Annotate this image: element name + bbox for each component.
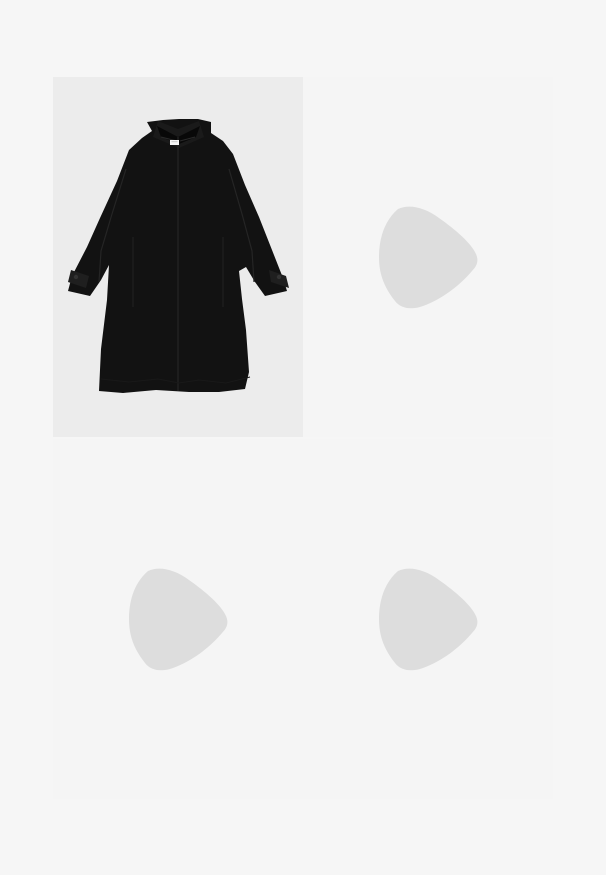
black-coat-image [53,77,303,437]
video-placeholder-tile-1[interactable] [303,77,553,437]
play-icon[interactable] [378,205,478,309]
play-icon-shape [379,206,478,309]
play-icon[interactable] [128,567,228,671]
video-placeholder-tile-2[interactable] [53,439,303,799]
play-icon-shape [129,568,228,671]
play-icon[interactable] [378,567,478,671]
video-placeholder-tile-3[interactable] [303,439,553,799]
play-icon-shape [379,568,478,671]
product-media-gallery [53,77,553,799]
product-image-tile[interactable] [53,77,303,437]
